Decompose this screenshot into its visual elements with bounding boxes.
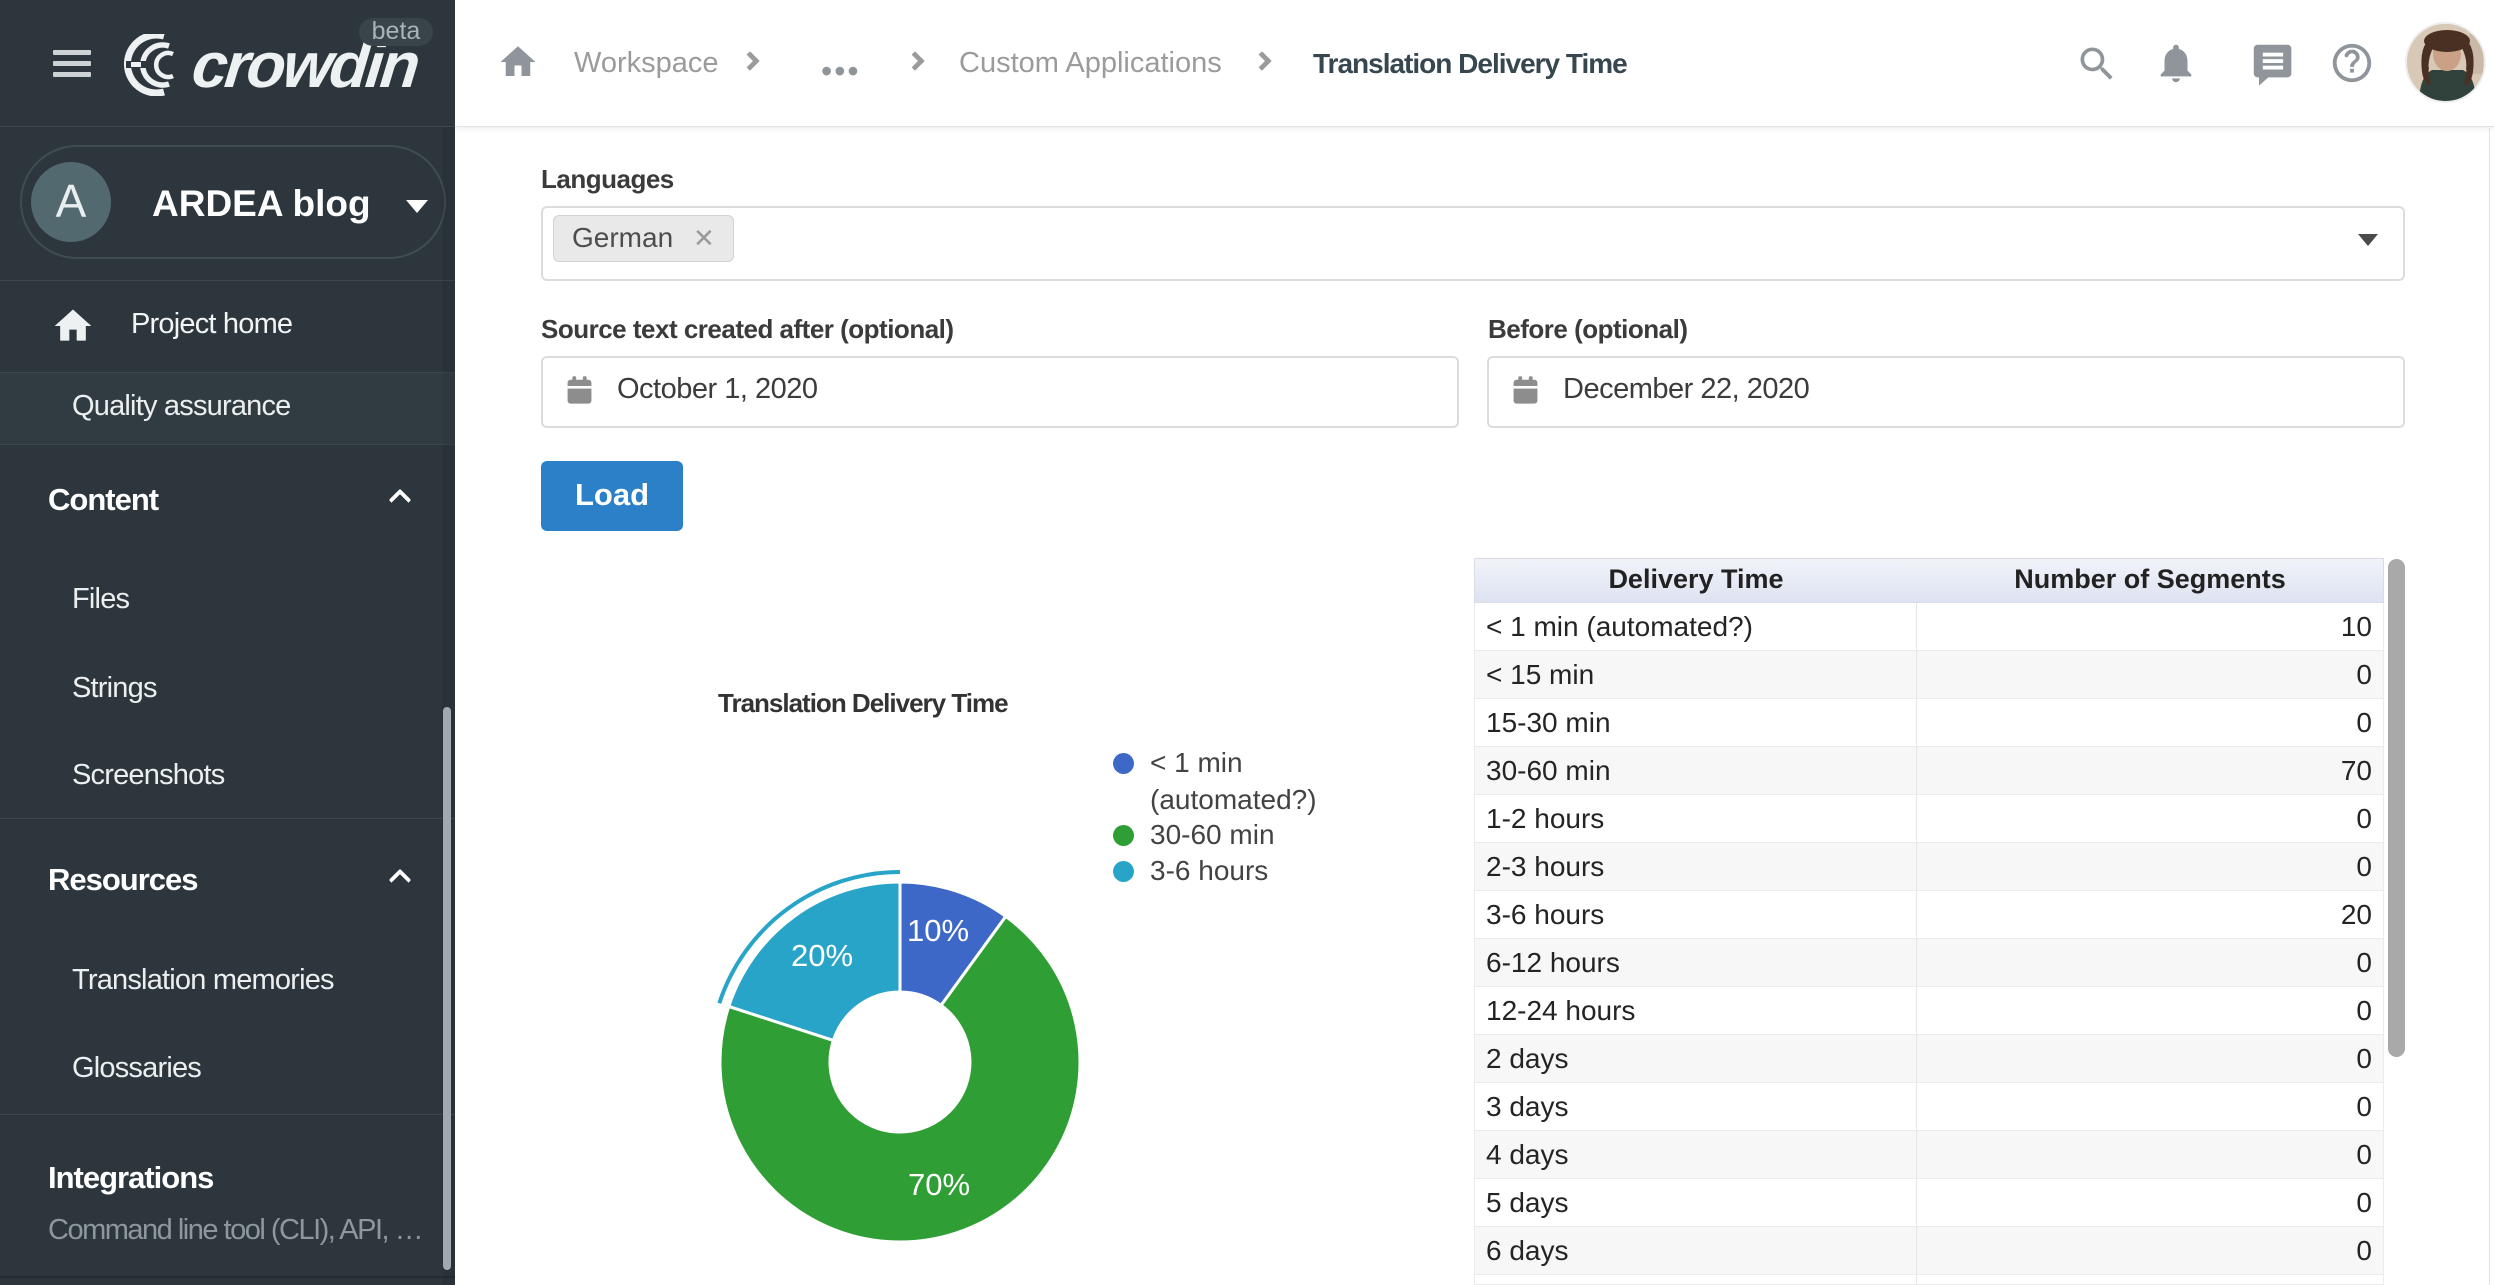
svg-text:20%: 20%	[791, 938, 853, 973]
svg-text:10%: 10%	[907, 913, 969, 948]
svg-text:70%: 70%	[908, 1167, 970, 1202]
